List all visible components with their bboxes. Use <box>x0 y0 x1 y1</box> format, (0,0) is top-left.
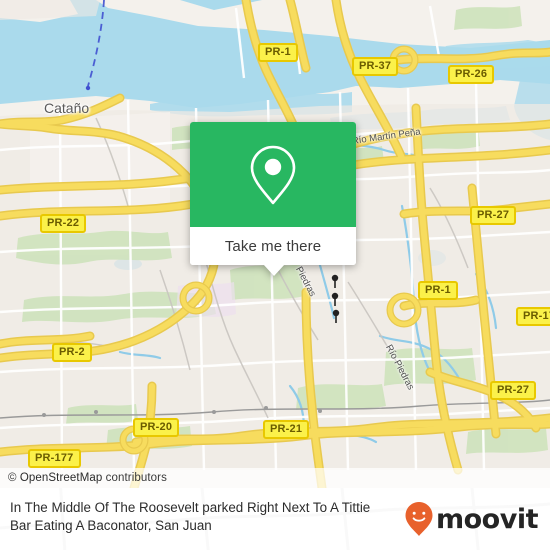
map-popup[interactable]: Take me there <box>190 122 356 276</box>
popup-action[interactable]: Take me there <box>190 227 356 265</box>
place-label-catano: Cataño <box>44 100 90 116</box>
take-me-there-label: Take me there <box>224 237 322 255</box>
road-shield-pr-27-upper[interactable]: PR-27 <box>470 206 517 225</box>
road-shield-pr-20[interactable]: PR-20 <box>133 418 180 437</box>
road-shield-pr-27-lower[interactable]: PR-27 <box>490 381 537 400</box>
road-shield-pr-37[interactable]: PR-37 <box>352 57 399 76</box>
road-shield-pr-1-north[interactable]: PR-1 <box>258 43 298 62</box>
moovit-pin-smiley-icon <box>405 502 433 536</box>
road-shield-pr-1-east[interactable]: PR-1 <box>418 281 458 300</box>
moovit-logo[interactable]: moovit <box>404 501 539 537</box>
moovit-wordmark: moovit <box>436 503 539 535</box>
popup-tail <box>263 264 285 276</box>
map-pin-icon <box>250 145 296 204</box>
road-shield-pr-2[interactable]: PR-2 <box>52 343 92 362</box>
road-shield-pr-177[interactable]: PR-177 <box>28 449 81 468</box>
road-shield-pr-21[interactable]: PR-21 <box>263 420 310 439</box>
road-shield-pr-17[interactable]: PR-17 <box>516 307 550 326</box>
caption-text: In The Middle Of The Roosevelt parked Ri… <box>10 500 371 533</box>
moovit-map-card: Cataño Río Martín Peña Piedras Río Piedr… <box>0 0 550 550</box>
attribution-source-link[interactable]: OpenStreetMap <box>20 472 103 484</box>
road-shield-pr-26[interactable]: PR-26 <box>448 65 495 84</box>
popup-header <box>190 122 356 227</box>
attribution-prefix: © <box>8 472 20 484</box>
attribution-suffix: contributors <box>102 472 167 484</box>
caption-bar: In The Middle Of The Roosevelt parked Ri… <box>0 488 550 550</box>
road-shield-pr-22[interactable]: PR-22 <box>40 214 87 233</box>
osm-attribution: © OpenStreetMap contributors <box>0 468 550 488</box>
popup-body: Take me there <box>190 122 356 265</box>
